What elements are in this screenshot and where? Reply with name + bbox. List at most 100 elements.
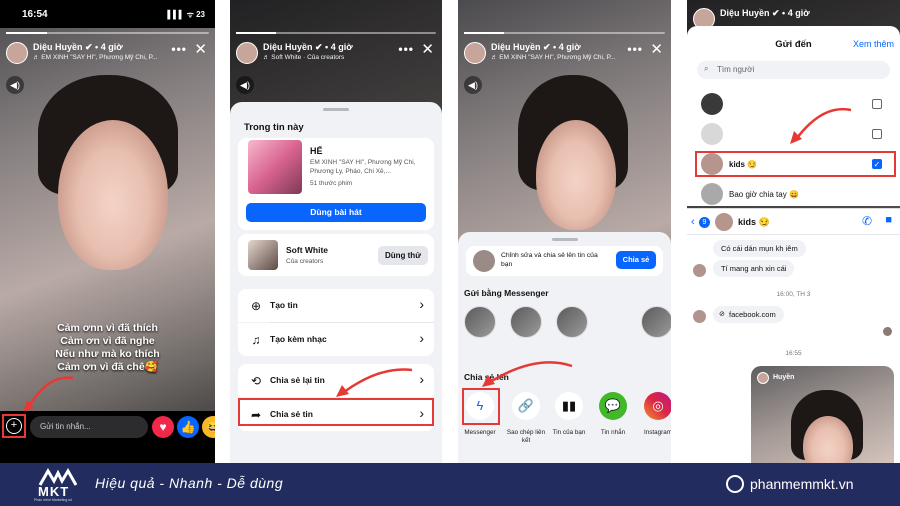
share-sheet: Chỉnh sửa và chia sẻ lên tin của bạn Chi… bbox=[458, 232, 671, 463]
chat-avatar[interactable] bbox=[715, 213, 733, 231]
search-placeholder: Tìm người bbox=[717, 65, 755, 74]
messenger-contact-avatar[interactable] bbox=[510, 306, 542, 338]
story-author[interactable]: Diệu Huyền ✔ • 4 giờ bbox=[720, 8, 810, 19]
story-author[interactable]: Diệu Huyền ✔ • 4 giờ bbox=[33, 42, 123, 53]
tutorial-collage: 16:54 ▌▌▌ ᯤ 23 Diệu Huyền ✔ • 4 giờ ♬ EM… bbox=[0, 0, 900, 506]
share-plus-icon[interactable]: + bbox=[6, 418, 22, 434]
see-more-link[interactable]: Xem thêm bbox=[853, 39, 894, 49]
caption-line: Cảm ơnn vì đã thích bbox=[57, 322, 158, 334]
avatar[interactable] bbox=[236, 42, 258, 64]
avatar[interactable] bbox=[6, 42, 28, 64]
sound-icon[interactable]: ◀) bbox=[236, 76, 254, 94]
share-label: Instagram bbox=[644, 429, 671, 436]
close-icon[interactable]: ✕ bbox=[421, 40, 434, 58]
try-effect-button[interactable]: Dùng thử bbox=[378, 246, 428, 265]
logo-subtext: Phần mềm Marketing số bbox=[34, 498, 72, 502]
menu-create-story[interactable]: ⊕ Tạo tin › bbox=[238, 289, 434, 322]
unread-count-badge: 9 bbox=[699, 217, 710, 228]
effect-thumbnail bbox=[248, 240, 278, 270]
globe-icon bbox=[726, 475, 744, 493]
share-now-button[interactable]: Chia sẻ bbox=[616, 251, 656, 269]
menu-create-music-story[interactable]: ♫ Tạo kèm nhạc › bbox=[238, 323, 434, 356]
close-icon[interactable]: ✕ bbox=[650, 40, 663, 58]
edit-share-text: Chỉnh sửa và chia sẻ lên tin của bạn bbox=[501, 252, 598, 268]
caption-line: Cảm ơn vì đã nghe bbox=[60, 335, 155, 347]
link-bubble[interactable]: ⊘ facebook.com bbox=[713, 306, 784, 323]
messenger-section-title: Gửi bằng Messenger bbox=[464, 288, 549, 298]
back-icon[interactable]: ‹ bbox=[691, 216, 695, 228]
shared-story-preview[interactable]: Huyền bbox=[751, 366, 894, 463]
red-arrow-annotation bbox=[482, 361, 573, 387]
link-text: facebook.com bbox=[729, 310, 776, 319]
story-music[interactable]: ♬ Soft White · Của creators bbox=[263, 54, 344, 61]
phone-screen-story: 16:54 ▌▌▌ ᯤ 23 Diệu Huyền ✔ • 4 giờ ♬ EM… bbox=[0, 0, 215, 463]
more-options-icon[interactable]: ••• bbox=[627, 42, 643, 56]
message-input[interactable]: Gửi tin nhắn... bbox=[30, 416, 148, 438]
status-icons: ▌▌▌ ᯤ 23 bbox=[167, 10, 205, 19]
contact-checkbox[interactable] bbox=[872, 99, 882, 109]
instagram-icon[interactable]: ◎ bbox=[644, 392, 671, 420]
search-input[interactable]: ⌕ Tìm người bbox=[697, 61, 890, 79]
song-meta: 51 thước phim bbox=[310, 180, 353, 187]
more-options-icon[interactable]: ••• bbox=[171, 42, 187, 56]
like-icon[interactable]: 👍 bbox=[177, 416, 199, 438]
sound-icon[interactable]: ◀) bbox=[464, 76, 482, 94]
sheet-handle[interactable] bbox=[323, 108, 349, 111]
divider bbox=[687, 234, 900, 235]
story-author[interactable]: Diệu Huyền ✔ • 4 giờ bbox=[491, 42, 581, 53]
menu-label: Tạo kèm nhạc bbox=[270, 334, 327, 344]
message-bubble: Có cái dán mụn kh iêm bbox=[713, 240, 806, 257]
chevron-right-icon: › bbox=[419, 296, 424, 312]
status-time: 16:54 bbox=[22, 9, 48, 20]
contact-checkbox[interactable] bbox=[872, 129, 882, 139]
chat-name[interactable]: kids 😏 bbox=[738, 217, 770, 228]
phone-screen-send-and-chat: Diệu Huyền ✔ • 4 giờ Gửi đến Xem thêm ⌕ … bbox=[687, 0, 900, 463]
story-music[interactable]: ♬ EM XINH "SAY HI", Phương Mỹ Chi, P... bbox=[33, 54, 158, 61]
phone-icon[interactable]: ✆ bbox=[862, 214, 872, 228]
close-icon[interactable]: ✕ bbox=[194, 40, 207, 58]
contact-name: Bao giờ chia tay 😄 bbox=[729, 190, 799, 199]
logo-text: MKT bbox=[38, 484, 70, 499]
story-progress-bar bbox=[236, 32, 436, 34]
shared-story-author: Huyền bbox=[773, 374, 795, 381]
messenger-contact-avatar[interactable] bbox=[556, 306, 588, 338]
link-icon[interactable]: 🔗 bbox=[512, 392, 540, 420]
story-author[interactable]: Diệu Huyền ✔ • 4 giờ bbox=[263, 42, 353, 53]
status-bar: 16:54 ▌▌▌ ᯤ 23 bbox=[0, 0, 215, 28]
messenger-contact-avatar[interactable] bbox=[464, 306, 496, 338]
search-icon: ⌕ bbox=[704, 64, 709, 73]
contact-avatar bbox=[701, 93, 723, 115]
more-options-icon[interactable]: ••• bbox=[398, 42, 414, 56]
story-photo-face bbox=[58, 120, 168, 270]
caption-line: Nếu như mà ko thích bbox=[55, 348, 160, 360]
story-caption: Cảm ơnn vì đã thích Cảm ơn vì đã nghe Nế… bbox=[0, 322, 215, 374]
user-avatar bbox=[473, 250, 495, 272]
phone-screen-share-sheet: Diệu Huyền ✔ • 4 giờ ♬ EM XINH "SAY HI",… bbox=[458, 0, 671, 463]
slogan: Hiệu quả - Nhanh - Dễ dùng bbox=[95, 475, 284, 491]
red-arrow-annotation bbox=[336, 368, 413, 397]
contact-avatar bbox=[701, 183, 723, 205]
highlight-box bbox=[238, 398, 434, 426]
story-music[interactable]: ♬ EM XINH "SAY HI", Phương Mỹ Chi, P... bbox=[491, 54, 616, 61]
messenger-chat: ‹ 9 kids 😏 ✆ ■ Có cái dán mụn kh iêm Tí … bbox=[687, 208, 900, 463]
heart-icon[interactable]: ♥ bbox=[152, 416, 174, 438]
video-icon[interactable]: ■ bbox=[885, 214, 892, 226]
contact-avatar bbox=[701, 123, 723, 145]
book-icon[interactable]: ▮▮ bbox=[555, 392, 583, 420]
sheet-handle[interactable] bbox=[551, 238, 578, 241]
sound-icon[interactable]: ◀) bbox=[6, 76, 24, 94]
message-bubble: Tí mang anh xin cái bbox=[713, 260, 795, 277]
messenger-contact-avatar[interactable] bbox=[641, 306, 671, 338]
effect-name: Soft White bbox=[286, 245, 329, 255]
repeat-icon: ⟲ bbox=[250, 374, 262, 388]
avatar bbox=[757, 372, 769, 384]
music-note-icon: ♫ bbox=[251, 333, 261, 347]
avatar[interactable] bbox=[464, 42, 486, 64]
chevron-right-icon: › bbox=[419, 371, 424, 387]
use-song-button[interactable]: Dùng bài hát bbox=[246, 203, 426, 222]
menu-label: Tạo tin bbox=[270, 300, 298, 310]
chevron-right-icon: › bbox=[419, 330, 424, 346]
sms-icon[interactable]: 💬 bbox=[599, 392, 627, 420]
website-link[interactable]: phanmemmkt.vn bbox=[750, 476, 853, 492]
link-icon: ⊘ bbox=[719, 311, 725, 318]
